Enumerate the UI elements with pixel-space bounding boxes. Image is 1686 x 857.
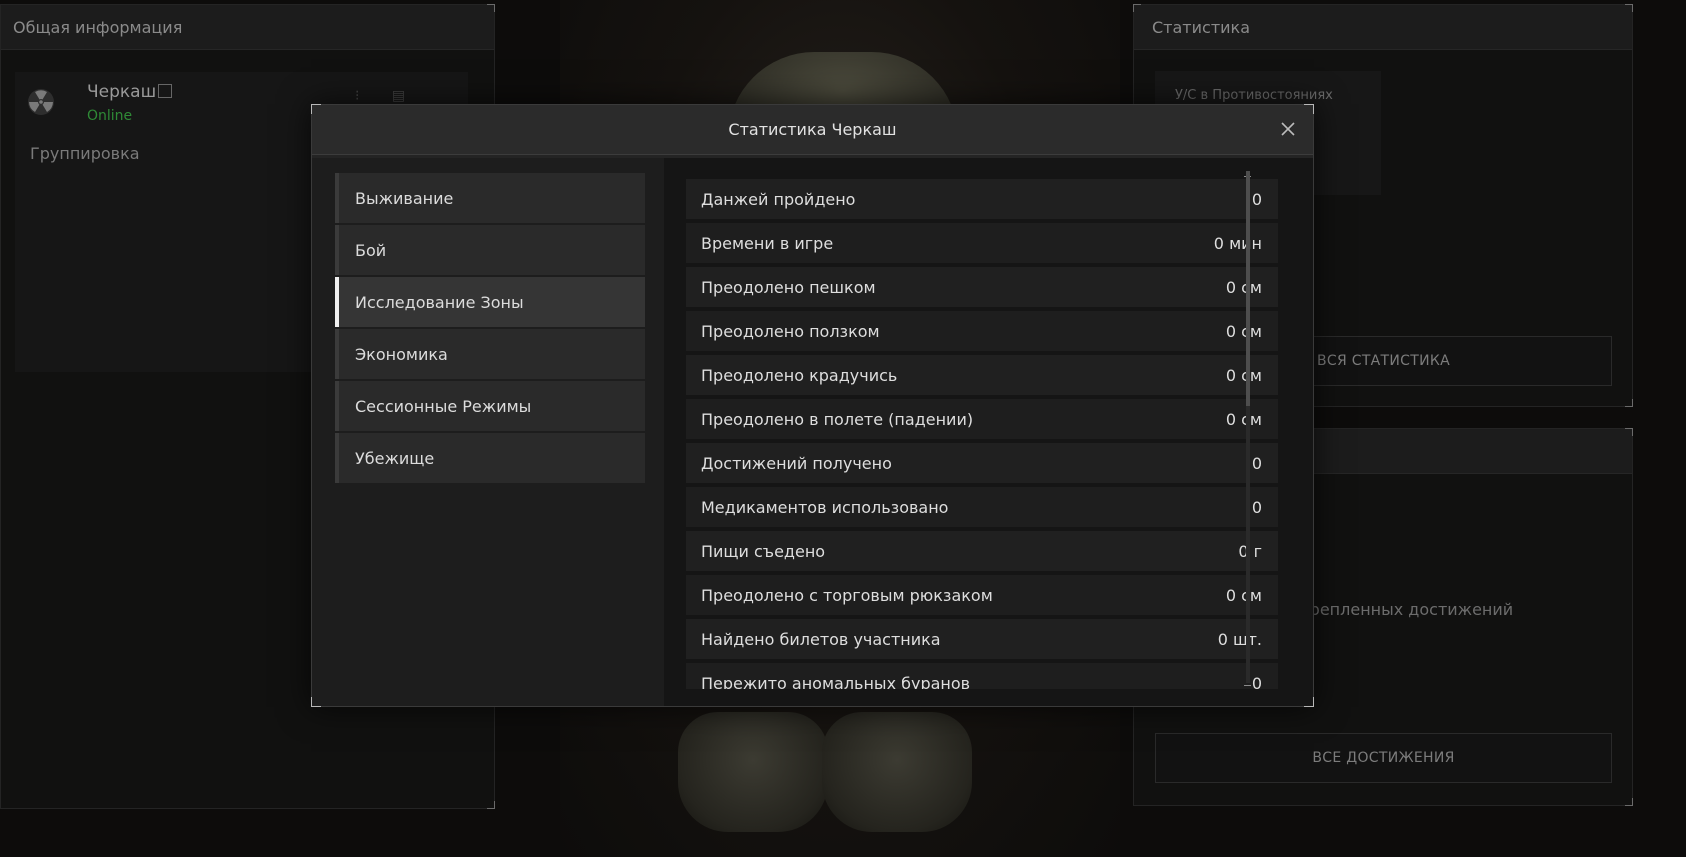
nav-item-survival[interactable]: Выживание	[335, 173, 645, 223]
modal-header: Статистика Черкаш	[312, 105, 1313, 155]
stat-label: Времени в игре	[701, 233, 834, 253]
general-info-title: Общая информация	[13, 17, 183, 37]
modal-title: Статистика Черкаш	[728, 120, 897, 139]
nav-item-label: Выживание	[355, 188, 454, 208]
all-statistics-button-label: ВСЯ СТАТИСТИКА	[1316, 353, 1450, 369]
stat-row: Преодолено крадучись 0 см	[686, 355, 1278, 395]
stat-row: Преодолено пешком 0 см	[686, 267, 1278, 307]
character-right-boot	[822, 712, 972, 832]
category-nav: Выживание Бой Исследование Зоны Экономик…	[335, 173, 645, 485]
stat-label: Преодолено пешком	[701, 277, 876, 297]
player-name: Черкаш	[87, 82, 157, 102]
nav-item-zone-exploration[interactable]: Исследование Зоны	[335, 277, 645, 327]
stats-list[interactable]: Данжей пройдено 0 Времени в игре 0 мин Пре…	[686, 179, 1278, 689]
stat-value: 0	[1251, 453, 1262, 473]
stat-value: 0 шт.	[1217, 629, 1262, 649]
stat-value: 0 см	[1225, 321, 1262, 341]
stat-label: Данжей пройдено	[701, 189, 856, 209]
nav-item-label: Убежище	[355, 448, 435, 468]
stat-row: Медикаментов использовано 0	[686, 487, 1278, 527]
stat-label: Преодолено крадучись	[701, 365, 898, 385]
stat-value: 0 мин	[1213, 233, 1262, 253]
all-achievements-button[interactable]: ВСЕ ДОСТИЖЕНИЯ	[1155, 733, 1612, 783]
statistics-header: Статистика	[1134, 5, 1632, 50]
close-icon[interactable]	[1279, 120, 1297, 138]
nav-item-economy[interactable]: Экономика	[335, 329, 645, 379]
nav-item-label: Бой	[355, 240, 387, 260]
stat-row: Найдено билетов участника 0 шт.	[686, 619, 1278, 659]
player-status: Online	[87, 108, 133, 124]
stat-row: Достижений получено 0	[686, 443, 1278, 483]
copy-icon[interactable]	[158, 84, 172, 98]
category-sidebar: Выживание Бой Исследование Зоны Экономик…	[312, 158, 664, 706]
statistics-title: Статистика	[1152, 17, 1250, 37]
stat-value: 0 см	[1225, 409, 1262, 429]
stat-value: 0 см	[1225, 277, 1262, 297]
nav-item-session-modes[interactable]: Сессионные Режимы	[335, 381, 645, 431]
stat-label: Пережито аномальных буранов	[701, 673, 971, 690]
stat-label: Достижений получено	[701, 453, 892, 473]
stats-scroll-thumb[interactable]	[1246, 171, 1250, 406]
stat-card-label: У/С в Противостояниях	[1175, 88, 1333, 103]
stat-value: 0	[1251, 673, 1262, 690]
stats-scrollbar[interactable]	[1246, 171, 1250, 683]
stat-value: 0	[1251, 189, 1262, 209]
stat-row: Пережито аномальных буранов 0	[686, 663, 1278, 689]
stat-label: Преодолено с торговым рюкзаком	[701, 585, 993, 605]
stat-row: Данжей пройдено 0	[686, 179, 1278, 219]
nav-item-shelter[interactable]: Убежище	[335, 433, 645, 483]
statistics-modal: Статистика Черкаш Выживание Бой Исследов…	[311, 104, 1314, 707]
nav-item-label: Исследование Зоны	[355, 292, 524, 312]
stat-label: Пищи съедено	[701, 541, 826, 561]
stat-label: Преодолено в полете (падении)	[701, 409, 974, 429]
nav-item-label: Экономика	[355, 344, 448, 364]
stat-row: Пищи съедено 0 г	[686, 531, 1278, 571]
pinned-achievements-text: крепленных достижений	[1300, 600, 1514, 619]
stat-value: 0	[1251, 497, 1262, 517]
stat-label: Преодолено ползком	[701, 321, 880, 341]
stat-label: Медикаментов использовано	[701, 497, 949, 517]
stat-value: 0 см	[1225, 365, 1262, 385]
nav-item-label: Сессионные Режимы	[355, 396, 532, 416]
radiation-icon	[28, 89, 54, 115]
stat-label: Найдено билетов участника	[701, 629, 941, 649]
group-label: Группировка	[30, 144, 140, 163]
stats-content: Данжей пройдено 0 Времени в игре 0 мин Пре…	[664, 158, 1313, 706]
all-achievements-button-label: ВСЕ ДОСТИЖЕНИЯ	[1312, 750, 1455, 766]
stat-value: 0 г	[1238, 541, 1262, 561]
stat-row: Преодолено ползком 0 см	[686, 311, 1278, 351]
nav-item-combat[interactable]: Бой	[335, 225, 645, 275]
stat-value: 0 см	[1225, 585, 1262, 605]
stat-row: Времени в игре 0 мин	[686, 223, 1278, 263]
stat-row: Преодолено с торговым рюкзаком 0 см	[686, 575, 1278, 615]
character-left-boot	[678, 712, 828, 832]
stat-row: Преодолено в полете (падении) 0 см	[686, 399, 1278, 439]
general-info-header: Общая информация	[1, 5, 494, 50]
